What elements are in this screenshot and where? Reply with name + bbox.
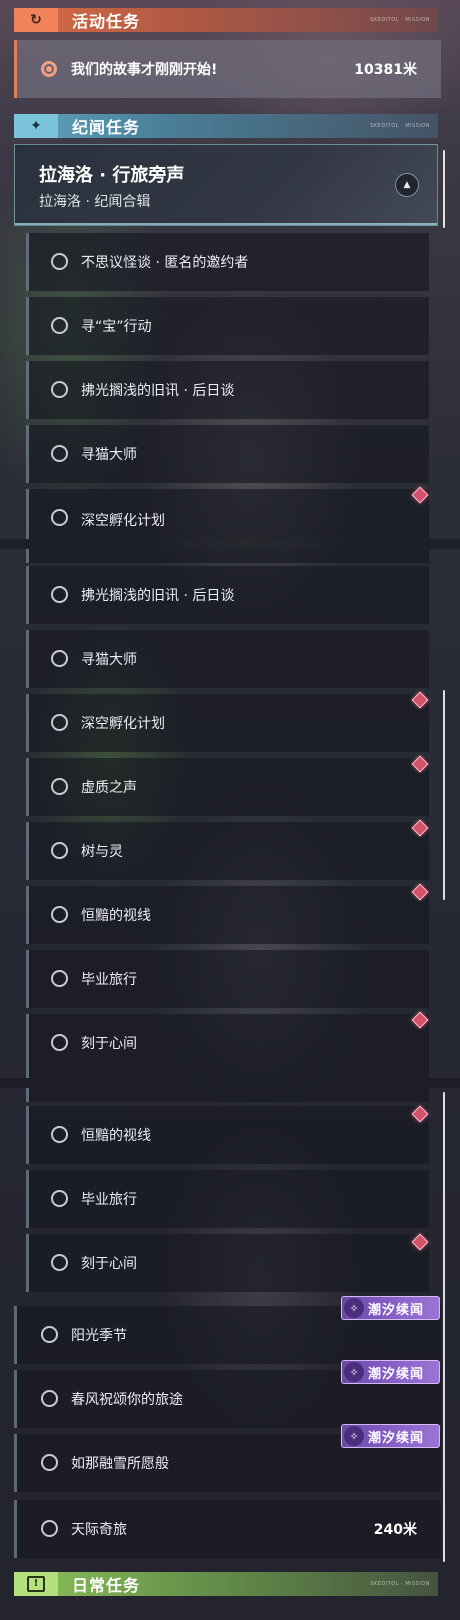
quest-label: 拂光搁浅的旧讯 · 后日谈 <box>81 383 235 399</box>
quest-label: 天际奇旅 <box>71 1522 127 1538</box>
badge-label: 潮汐续闻 <box>368 1302 425 1318</box>
lore-quest-header-title: 纪闻任务 <box>72 118 141 137</box>
radio-circle-icon <box>51 906 68 923</box>
radio-circle-icon <box>51 714 68 731</box>
badge-label: 潮汐续闻 <box>368 1430 425 1446</box>
quest-row[interactable]: 拂光搁浅的旧讯 · 后日谈 <box>26 361 429 419</box>
header-decor-text: SKEDITOL · MISSION <box>370 1581 430 1587</box>
radio-circle-icon <box>51 1190 68 1207</box>
tide-feather-icon: ✧ <box>344 1298 364 1318</box>
radio-circle-icon <box>41 1454 58 1471</box>
quest-row[interactable]: 寻猫大师 <box>26 630 429 688</box>
quest-row[interactable]: 拂光搁浅的旧讯 · 后日谈 <box>26 566 429 624</box>
quest-label: 寻猫大师 <box>81 652 137 668</box>
quest-row[interactable]: 树与灵 <box>26 822 429 880</box>
daily-quest-header: ! 日常任务 SKEDITOL · MISSION <box>14 1572 438 1596</box>
quest-distance: 240米 <box>373 1522 417 1538</box>
quest-label: 虚质之声 <box>81 780 137 796</box>
event-quest-name: 我们的故事才刚刚开始! <box>71 62 218 78</box>
quest-label: 刻于心间 <box>81 1036 137 1052</box>
tide-story-badge: ✧ 潮汐续闻 <box>341 1424 440 1448</box>
quest-return-icon: ↻ <box>14 8 58 32</box>
quest-row[interactable]: 不思议怪谈 · 匿名的邀约者 <box>26 233 429 291</box>
radio-circle-icon <box>51 586 68 603</box>
radio-circle-icon <box>51 650 68 667</box>
quest-label: 春风祝颂你的旅途 <box>71 1392 183 1408</box>
tide-story-badge: ✧ 潮汐续闻 <box>341 1360 440 1384</box>
quest-row[interactable]: 恒黯的视线 <box>26 1106 429 1164</box>
radio-circle-icon <box>51 317 68 334</box>
quest-label: 如那融雪所愿般 <box>71 1456 169 1472</box>
quest-row-partial <box>26 549 429 563</box>
quest-row[interactable]: 深空孵化计划 <box>26 489 429 539</box>
quest-row[interactable]: 恒黯的视线 <box>26 886 429 944</box>
quest-row[interactable]: 刻于心间 <box>26 1234 429 1292</box>
radio-circle-icon <box>41 1520 58 1537</box>
scrollbar[interactable] <box>443 690 445 900</box>
quest-label: 刻于心间 <box>81 1256 137 1272</box>
header-decor-text: SKEDITOL · MISSION <box>370 17 430 23</box>
radio-circle-icon <box>51 1254 68 1271</box>
quest-label: 毕业旅行 <box>81 972 137 988</box>
quest-label: 恒黯的视线 <box>81 1128 151 1144</box>
scrollbar[interactable] <box>443 1092 445 1562</box>
quest-label: 拂光搁浅的旧讯 · 后日谈 <box>81 588 235 604</box>
tide-feather-icon: ✧ <box>344 1426 364 1446</box>
radio-circle-icon <box>51 842 68 859</box>
badge-label: 潮汐续闻 <box>368 1366 425 1382</box>
quest-row-partial <box>26 1088 429 1102</box>
event-quest-header-title: 活动任务 <box>72 12 141 31</box>
lore-quest-header: ✦ 纪闻任务 SKEDITOL · MISSION <box>14 114 438 138</box>
exclamation-box-icon: ! <box>14 1572 58 1596</box>
event-quest-header: ↻ 活动任务 SKEDITOL · MISSION <box>14 8 438 32</box>
lore-group-subtitle: 拉海洛 · 纪闻合辑 <box>39 194 151 210</box>
lore-group-card[interactable]: 拉海洛 · 行旅旁声 拉海洛 · 纪闻合辑 ▲ <box>14 144 438 226</box>
quest-label: 寻“宝”行动 <box>81 319 152 335</box>
quest-label: 恒黯的视线 <box>81 908 151 924</box>
quest-row[interactable]: 毕业旅行 <box>26 950 429 1008</box>
quest-label: 深空孵化计划 <box>81 716 165 732</box>
event-quest-distance: 10381米 <box>354 62 417 78</box>
radio-circle-icon <box>51 970 68 987</box>
quest-row[interactable]: 虚质之声 <box>26 758 429 816</box>
panel-divider <box>0 539 460 549</box>
quest-row[interactable]: 天际奇旅 240米 <box>14 1500 441 1558</box>
quest-row[interactable]: 刻于心间 <box>26 1014 429 1078</box>
radio-circle-icon <box>51 1034 68 1051</box>
star-compass-icon: ✦ <box>14 114 58 138</box>
quest-label: 不思议怪谈 · 匿名的邀约者 <box>81 255 249 271</box>
radio-circle-icon <box>51 381 68 398</box>
radio-circle-icon <box>51 1126 68 1143</box>
lore-group-title: 拉海洛 · 行旅旁声 <box>39 165 185 186</box>
radio-circle-icon <box>51 445 68 462</box>
quest-label: 阳光季节 <box>71 1328 127 1344</box>
radio-circle-icon <box>51 778 68 795</box>
quest-label: 树与灵 <box>81 844 123 860</box>
scrollbar[interactable] <box>443 150 445 228</box>
quest-row[interactable]: 寻“宝”行动 <box>26 297 429 355</box>
panel-divider <box>0 1078 460 1088</box>
radio-circle-icon <box>51 509 68 526</box>
quest-label: 寻猫大师 <box>81 447 137 463</box>
daily-quest-header-title: 日常任务 <box>72 1576 141 1595</box>
radio-circle-icon <box>41 1390 58 1407</box>
quest-label: 毕业旅行 <box>81 1192 137 1208</box>
tide-story-badge: ✧ 潮汐续闻 <box>341 1296 440 1320</box>
navigate-arrow-icon[interactable]: ▲ <box>395 173 419 197</box>
tracked-quest-icon <box>41 61 57 77</box>
quest-row[interactable]: 深空孵化计划 <box>26 694 429 752</box>
event-quest-row[interactable]: 我们的故事才刚刚开始! 10381米 <box>14 40 441 98</box>
tide-feather-icon: ✧ <box>344 1362 364 1382</box>
quest-row[interactable]: 毕业旅行 <box>26 1170 429 1228</box>
quest-label: 深空孵化计划 <box>81 513 165 529</box>
radio-circle-icon <box>51 253 68 270</box>
header-decor-text: SKEDITOL · MISSION <box>370 123 430 129</box>
quest-row[interactable]: 寻猫大师 <box>26 425 429 483</box>
radio-circle-icon <box>41 1326 58 1343</box>
